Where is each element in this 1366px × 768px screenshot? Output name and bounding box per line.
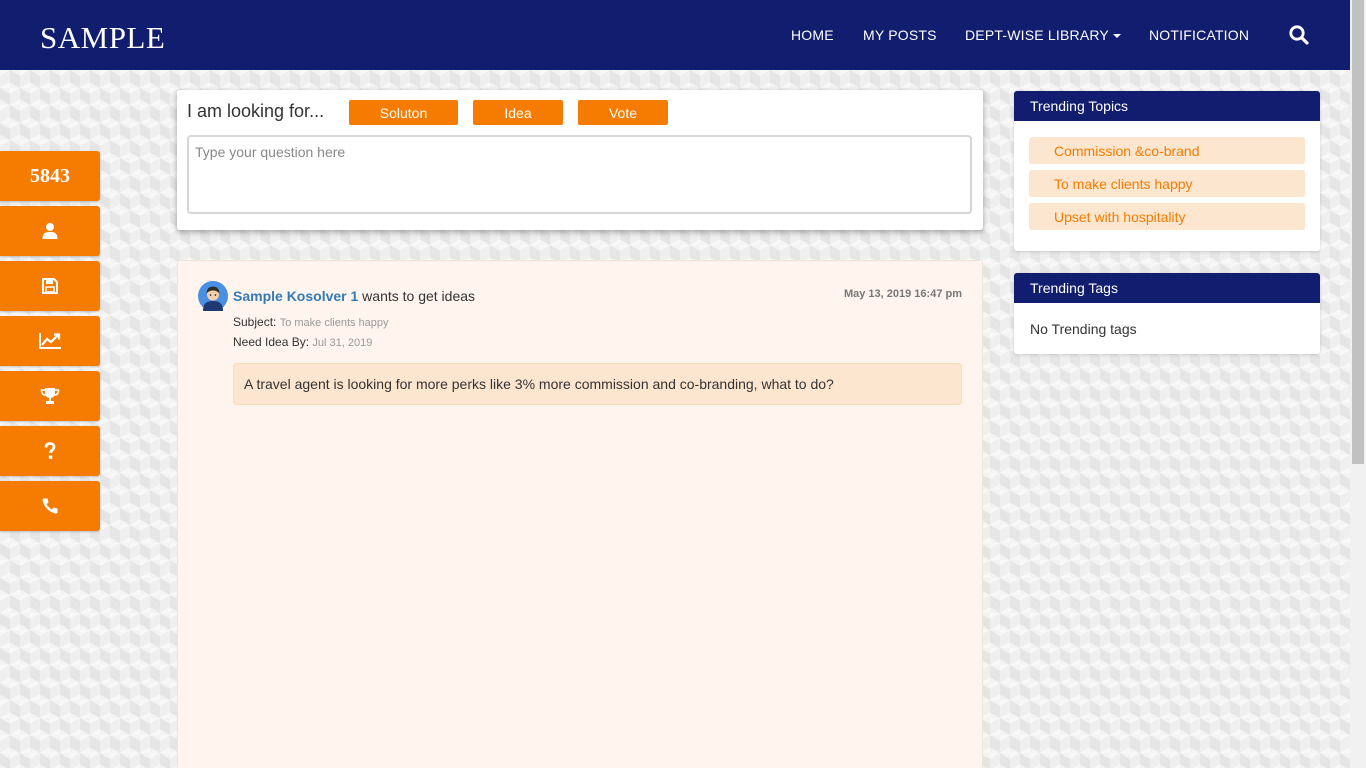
- post-subject: Subject: To make clients happy: [233, 315, 389, 329]
- trending-topics-card: Trending Topics Commission &co-brand To …: [1014, 91, 1320, 251]
- search-icon[interactable]: [1288, 24, 1310, 46]
- nav-notification-link[interactable]: NOTIFICATION: [1149, 27, 1249, 43]
- vote-button[interactable]: Vote: [578, 100, 668, 125]
- post-action-text: wants to get ideas: [358, 288, 476, 304]
- contact-button[interactable]: [0, 481, 100, 531]
- need-by-label: Need Idea By:: [233, 335, 310, 349]
- post-author-link[interactable]: Sample Kosolver 1: [233, 288, 358, 304]
- ask-title: I am looking for...: [187, 101, 325, 121]
- save-icon: [42, 278, 58, 294]
- question-icon: [44, 442, 56, 459]
- help-button[interactable]: [0, 426, 100, 476]
- solution-button[interactable]: Soluton: [349, 100, 458, 125]
- phone-icon: [42, 498, 58, 514]
- idea-button[interactable]: Idea: [473, 100, 563, 125]
- saved-posts-button[interactable]: [0, 261, 100, 311]
- question-input[interactable]: [187, 135, 972, 214]
- avatar[interactable]: [198, 281, 228, 311]
- subject-value: To make clients happy: [279, 317, 389, 329]
- subject-label: Subject:: [233, 315, 277, 329]
- ask-question-card: I am looking for... Soluton Idea Vote: [177, 90, 983, 230]
- post-headline: Sample Kosolver 1 wants to get ideas: [233, 288, 475, 304]
- topic-pill[interactable]: To make clients happy: [1029, 170, 1305, 197]
- nav-my-posts-link[interactable]: MY POSTS: [863, 27, 937, 43]
- post-date: May 13, 2019 16:47 pm: [843, 288, 962, 300]
- user-icon: [42, 223, 58, 239]
- points-counter-button[interactable]: 5843: [0, 151, 100, 201]
- analytics-button[interactable]: [0, 316, 100, 366]
- caret-down-icon: [1112, 34, 1121, 38]
- trending-chart-icon: [39, 333, 61, 349]
- scrollbar-thumb[interactable]: [1352, 0, 1364, 464]
- profile-button[interactable]: [0, 206, 100, 256]
- points-count: 5843: [30, 164, 70, 187]
- trending-tags-title: Trending Tags: [1014, 273, 1320, 303]
- nav-dept-library-label: DEPT-WISE LIBRARY: [965, 27, 1109, 43]
- top-navbar: SAMPLE HOME MY POSTS DEPT-WISE LIBRARY N…: [0, 0, 1350, 70]
- trophy-icon: [40, 388, 60, 404]
- topic-pill[interactable]: Commission &co-brand: [1029, 137, 1305, 164]
- post-need-by: Need Idea By: Jul 31, 2019: [233, 335, 372, 349]
- brand-logo[interactable]: SAMPLE: [40, 20, 165, 56]
- trending-tags-card: Trending Tags No Trending tags: [1014, 273, 1320, 354]
- post-card: Sample Kosolver 1 wants to get ideas May…: [177, 260, 983, 768]
- trending-topics-title: Trending Topics: [1014, 91, 1320, 121]
- page-scrollbar[interactable]: [1350, 0, 1366, 768]
- nav-dept-library-dropdown[interactable]: DEPT-WISE LIBRARY: [965, 27, 1121, 43]
- nav-home-link[interactable]: HOME: [791, 27, 834, 43]
- need-by-value: Jul 31, 2019: [312, 337, 373, 349]
- post-body[interactable]: A travel agent is looking for more perks…: [233, 363, 962, 405]
- trending-tags-empty: No Trending tags: [1030, 321, 1137, 337]
- leaderboard-button[interactable]: [0, 371, 100, 421]
- topic-pill[interactable]: Upset with hospitality: [1029, 203, 1305, 230]
